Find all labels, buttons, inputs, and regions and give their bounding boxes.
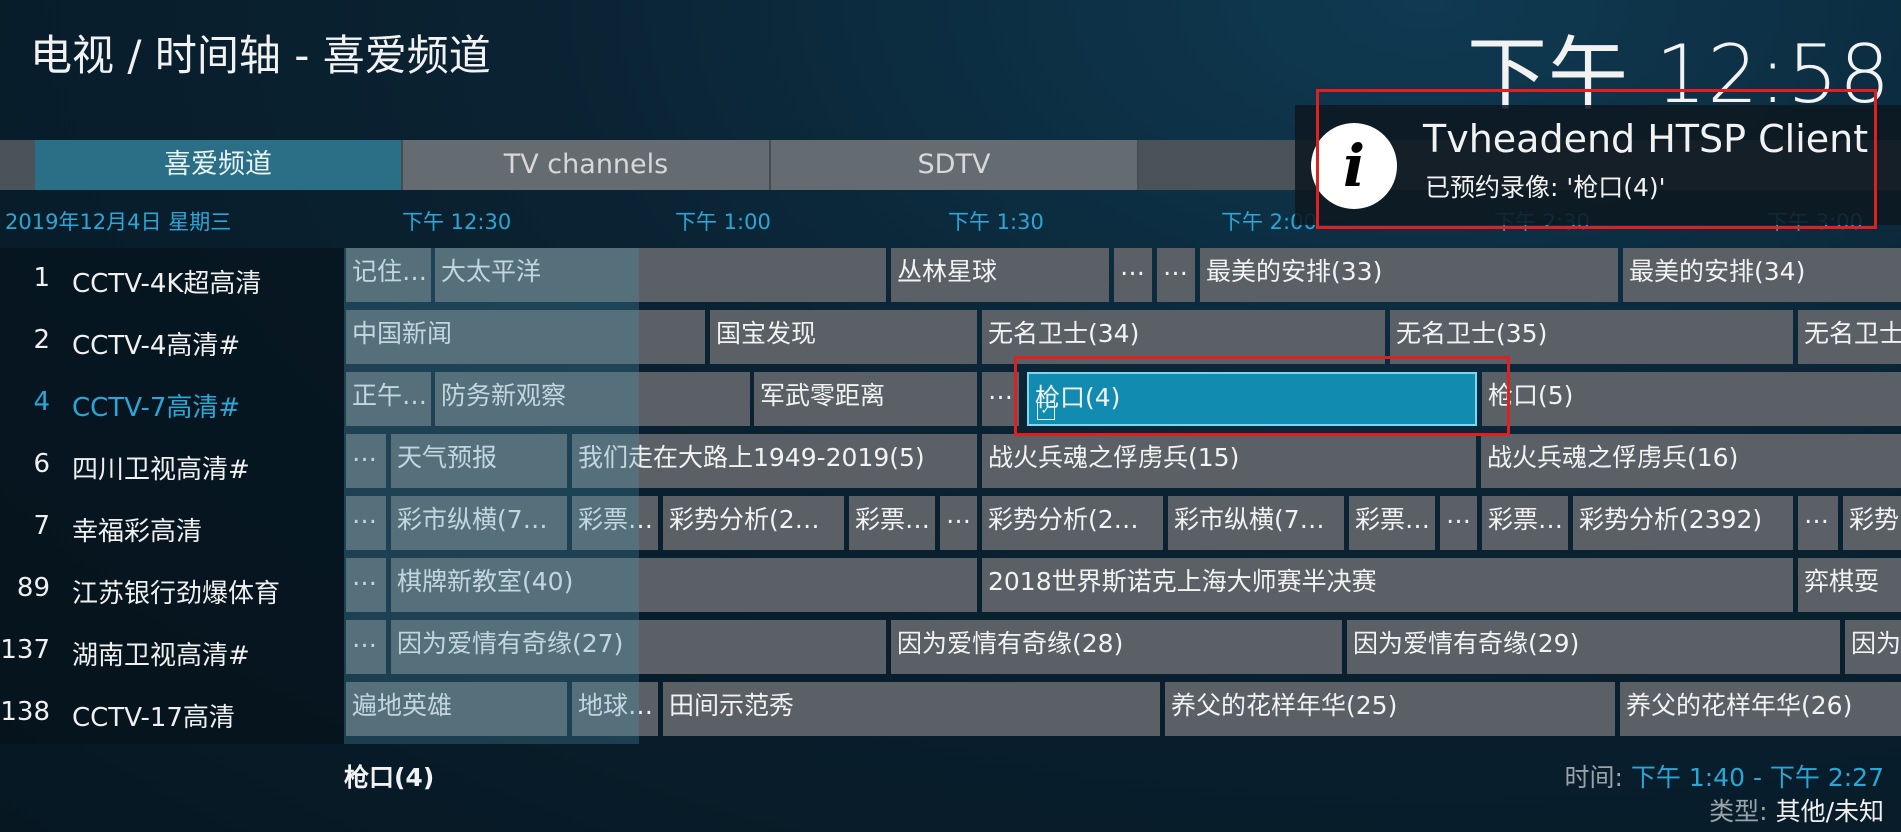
selection-highlight-box xyxy=(1014,356,1510,436)
program-cell[interactable]: 田间示范秀 xyxy=(663,682,1160,736)
program-cell[interactable]: 彩势 xyxy=(1843,496,1901,550)
program-cell[interactable]: 2018世界斯诺克上海大师赛半决赛 xyxy=(982,558,1793,612)
channel-row[interactable]: 89 江苏银行劲爆体育 xyxy=(0,558,344,616)
program-cell[interactable]: 枪口(5) xyxy=(1482,372,1901,426)
program-cell[interactable]: 彩票… xyxy=(572,496,658,550)
channel-name: 四川卫视高清# xyxy=(72,455,250,485)
program-cell[interactable]: … xyxy=(1798,496,1838,550)
program-cell[interactable]: … xyxy=(346,558,386,612)
program-cell[interactable]: 因为爱情有奇缘(27) xyxy=(391,620,886,674)
program-cell[interactable]: 大太平洋 xyxy=(435,248,886,302)
channel-row[interactable]: 6 四川卫视高清# xyxy=(0,434,344,492)
program-cell[interactable]: 彩势分析(2… xyxy=(663,496,844,550)
channel-name: CCTV-4K超高清 xyxy=(72,269,262,299)
channel-number: 4 xyxy=(33,387,50,417)
channel-number: 137 xyxy=(0,635,50,665)
program-cell[interactable]: … xyxy=(346,620,386,674)
program-cell[interactable]: … xyxy=(346,496,386,550)
genre-value: 其他/未知 xyxy=(1775,797,1884,826)
program-cell[interactable]: … xyxy=(1440,496,1477,550)
selected-program-title: 枪口(4) xyxy=(344,763,435,792)
program-cell[interactable]: 养父的花样年华(25) xyxy=(1165,682,1615,736)
program-cell[interactable]: 弈棋耍 xyxy=(1798,558,1901,612)
program-cell[interactable]: 彩势分析(2… xyxy=(982,496,1163,550)
program-cell[interactable]: 彩势分析(2392) xyxy=(1573,496,1793,550)
tab-sdtv[interactable]: SDTV xyxy=(771,140,1139,190)
channel-row[interactable]: 4 CCTV-7高清# xyxy=(0,372,344,430)
channel-name: 江苏银行劲爆体育 xyxy=(72,579,281,609)
program-cell[interactable]: 彩票… xyxy=(1482,496,1568,550)
program-cell[interactable]: … xyxy=(346,434,386,488)
program-cell[interactable]: 彩票… xyxy=(849,496,935,550)
time-label: 下午 1:30 xyxy=(948,210,1044,234)
channel-name: CCTV-7高清# xyxy=(72,393,241,423)
channel-name: CCTV-17高清 xyxy=(72,703,235,733)
channel-row[interactable]: 138 CCTV-17高清 xyxy=(0,682,344,740)
channel-number: 2 xyxy=(33,325,50,355)
program-cell[interactable]: 正午… xyxy=(346,372,431,426)
program-cell[interactable]: 彩票… xyxy=(1349,496,1435,550)
channel-number: 89 xyxy=(16,573,50,603)
channel-row[interactable]: 1 CCTV-4K超高清 xyxy=(0,248,344,306)
channel-name: 幸福彩高清 xyxy=(72,517,203,547)
program-cell[interactable]: 地球… xyxy=(572,682,658,736)
tab-favorites[interactable]: 喜爱频道 xyxy=(35,140,403,190)
program-cell[interactable]: 军武零距离 xyxy=(754,372,977,426)
program-cell[interactable]: 彩市纵横(7… xyxy=(391,496,567,550)
channel-list: 1 CCTV-4K超高清 2 CCTV-4高清# 4 CCTV-7高清# 6 四… xyxy=(0,248,344,744)
program-cell[interactable]: 彩市纵横(7… xyxy=(1168,496,1344,550)
channel-number: 7 xyxy=(33,511,50,541)
program-cell[interactable]: 战火兵魂之俘虏兵(15) xyxy=(982,434,1476,488)
program-time-info: 时间: 下午 1:40 - 下午 2:27 xyxy=(1565,758,1884,794)
time-label: 下午 12:30 xyxy=(402,210,512,234)
program-cell[interactable]: 防务新观察 xyxy=(435,372,750,426)
program-cell[interactable]: 记住… xyxy=(346,248,431,302)
time-label: 下午 1:00 xyxy=(675,210,771,234)
channel-number: 1 xyxy=(33,263,50,293)
page-title: 电视 / 时间轴 - 喜爱频道 xyxy=(30,31,491,80)
program-cell[interactable]: 战火兵魂之俘虏兵(16) xyxy=(1481,434,1901,488)
program-cell[interactable]: … xyxy=(1114,248,1152,302)
program-cell[interactable]: … xyxy=(940,496,977,550)
channel-number: 6 xyxy=(33,449,50,479)
program-cell[interactable]: 因为爱情有奇缘(29) xyxy=(1347,620,1840,674)
program-cell[interactable]: 因为 xyxy=(1845,620,1901,674)
program-cell[interactable]: 国宝发现 xyxy=(710,310,977,364)
program-genre-info: 类型: 其他/未知 xyxy=(1709,792,1884,828)
notification-highlight-box xyxy=(1316,89,1877,229)
program-cell[interactable]: 最美的安排(33) xyxy=(1200,248,1618,302)
program-cell[interactable]: 无名卫士 xyxy=(1798,310,1901,364)
program-cell[interactable]: 养父的花样年华(26) xyxy=(1620,682,1901,736)
program-cell[interactable]: 中国新闻 xyxy=(346,310,705,364)
channel-number: 138 xyxy=(0,697,50,727)
program-cell[interactable]: 最美的安排(34) xyxy=(1623,248,1901,302)
program-cell[interactable]: 丛林星球 xyxy=(891,248,1109,302)
time-label-text: 时间: xyxy=(1564,763,1623,792)
epg-grid: 记住… 大太平洋 丛林星球 … … 最美的安排(33) 最美的安排(34) 中国… xyxy=(344,248,1901,744)
program-cell[interactable]: 天气预报 xyxy=(391,434,567,488)
program-cell[interactable]: 遍地英雄 xyxy=(346,682,567,736)
channel-row[interactable]: 2 CCTV-4高清# xyxy=(0,310,344,368)
channel-name: CCTV-4高清# xyxy=(72,331,241,361)
program-cell[interactable]: 因为爱情有奇缘(28) xyxy=(891,620,1342,674)
date-label: 2019年12月4日 星期三 xyxy=(5,210,232,234)
channel-name: 湖南卫视高清# xyxy=(72,641,250,671)
time-value: 下午 1:40 - 下午 2:27 xyxy=(1630,763,1884,792)
tab-tv-channels[interactable]: TV channels xyxy=(403,140,771,190)
program-cell[interactable]: … xyxy=(1157,248,1195,302)
program-cell[interactable]: 棋牌新教室(40) xyxy=(391,558,977,612)
genre-label-text: 类型: xyxy=(1709,797,1768,826)
program-cell[interactable]: 我们走在大路上1949-2019(5) xyxy=(572,434,977,488)
channel-row[interactable]: 7 幸福彩高清 xyxy=(0,496,344,554)
channel-row[interactable]: 137 湖南卫视高清# xyxy=(0,620,344,678)
